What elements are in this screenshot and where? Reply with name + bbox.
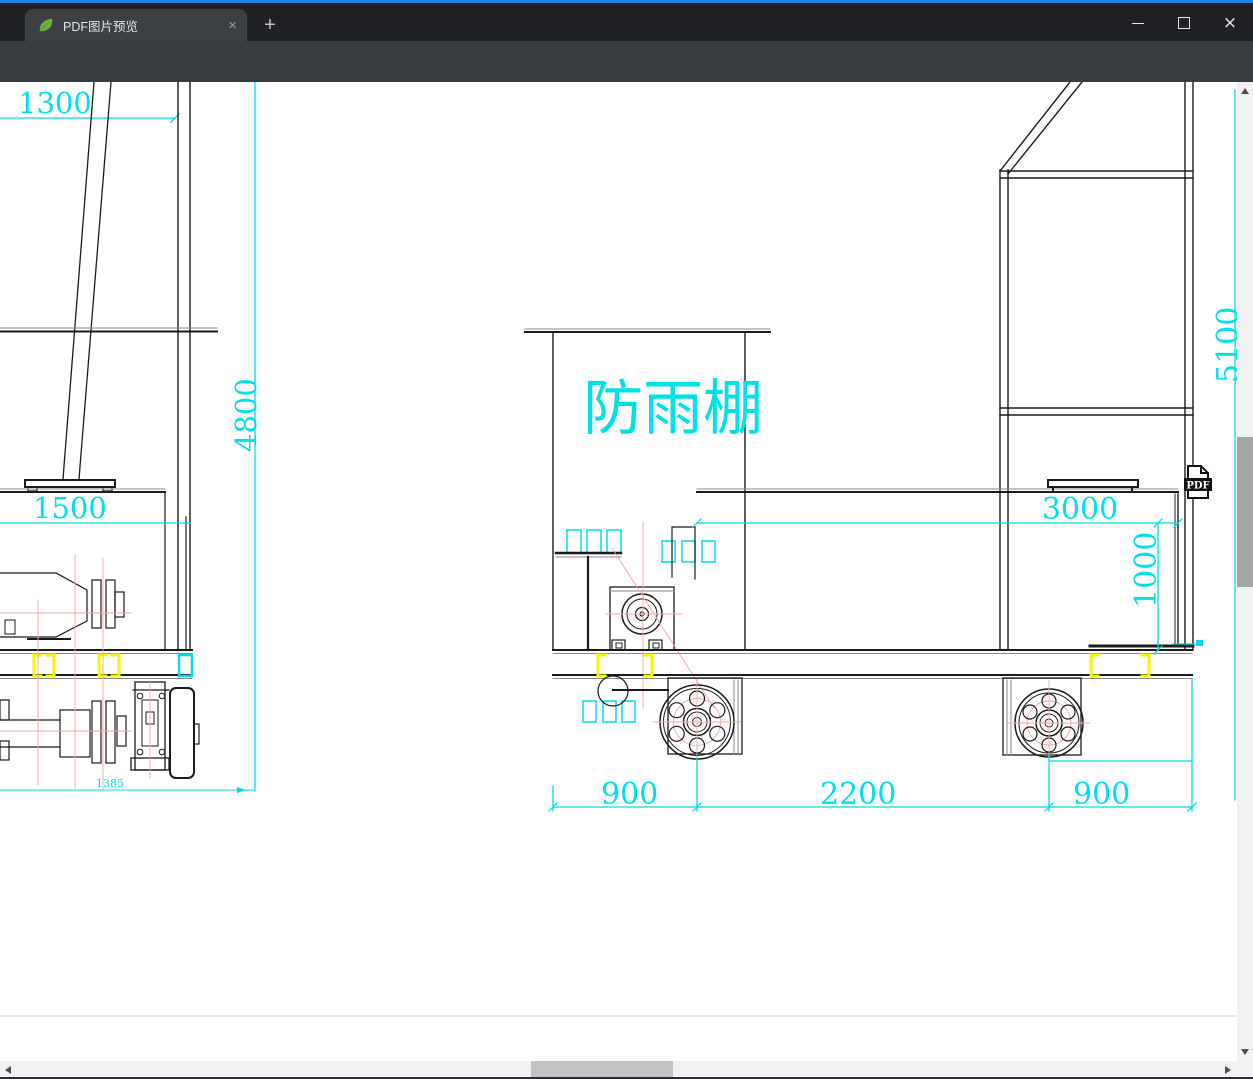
dimension-3000: 3000 [1042,492,1118,527]
rail-clamp-highlights-left [32,653,121,678]
dimension-texts: 1300 4800 1500 1385 3000 1000 5100 900 2… [18,86,1237,812]
dimension-1300: 1300 [18,86,92,120]
centerlines-left [0,554,151,791]
titlebar: PDF图片预览 × + × [0,3,1253,41]
spring-leaf-favicon-icon [39,18,53,31]
dimension-4800: 4800 [229,378,263,452]
minimize-icon [1132,22,1144,24]
pdf-badge-text: PDF [1186,481,1209,492]
close-button[interactable]: × [1207,6,1253,40]
maximize-button[interactable] [1161,6,1207,40]
new-tab-button[interactable]: + [259,15,281,37]
rail-clamp-cyan [177,653,194,678]
browser-window: PDF图片预览 × + × localhost:8012/onl [0,0,1253,1079]
browser-toolbar: localhost:8012/onlinePreview?url=http%3A… [0,41,1253,118]
dimension-900-left: 900 [601,777,658,812]
maximize-icon [1178,17,1190,29]
dimension-1500: 1500 [33,491,107,525]
vertical-scrollbar[interactable] [1237,82,1253,1061]
dimension-900-right: 900 [1073,777,1130,812]
dimension-5100: 5100 [1211,307,1237,383]
scroll-left-arrow-icon[interactable] [5,1066,11,1074]
cyan-detail-boxes [566,529,716,723]
tab-title: PDF图片预览 [63,19,139,34]
cad-drawing: 1300 4800 1500 1385 3000 1000 5100 900 2… [0,82,1237,1017]
scroll-up-arrow-icon[interactable] [1241,88,1249,94]
left-view [0,82,256,793]
canopy-label: 防雨棚 [583,374,763,444]
dimension-1385: 1385 [96,777,124,790]
browser-tab[interactable]: PDF图片预览 × [25,9,247,41]
right-dimension-lines [692,89,1236,801]
rail-clamp-highlights-mid [596,653,1151,678]
scroll-down-arrow-icon[interactable] [1241,1049,1249,1055]
scroll-right-arrow-icon[interactable] [1225,1066,1231,1074]
right-view [692,82,1236,801]
minimize-button[interactable] [1115,6,1161,40]
dimension-2200: 2200 [820,777,896,812]
vertical-scrollbar-thumb[interactable] [1237,437,1253,587]
pdf-watermark-icon[interactable]: PDF [1184,465,1212,499]
dimension-1000: 1000 [1129,532,1164,608]
page-content: 1300 4800 1500 1385 3000 1000 5100 900 2… [0,82,1237,1061]
close-icon: × [1222,12,1238,33]
tab-close-icon[interactable]: × [228,18,237,33]
